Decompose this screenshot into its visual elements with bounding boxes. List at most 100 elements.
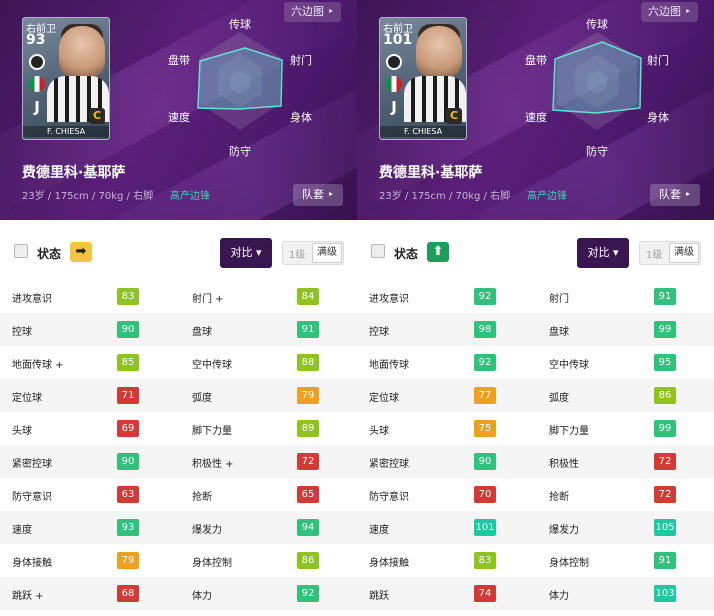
stat-name: 盘球 xyxy=(549,327,569,338)
stat-name: 身体接触 xyxy=(369,558,409,569)
stat-value: 90 xyxy=(474,453,496,470)
stat-name: 进攻意识 xyxy=(12,294,52,305)
card-rating-letter: C xyxy=(89,108,105,124)
card-overall: 101 xyxy=(383,32,413,48)
stat-row: 进攻意识 83 射门 + 84 xyxy=(0,280,357,313)
player-name: 费德里科·基耶萨 xyxy=(379,165,483,181)
stat-name: 控球 xyxy=(12,327,32,338)
stat-row: 身体接触 83 身体控制 91 xyxy=(357,544,714,577)
stat-value: 74 xyxy=(474,585,496,602)
status-icon xyxy=(14,244,28,258)
stat-name: 弧度 xyxy=(192,393,212,404)
stats-table: 进攻意识 92 射门 91 控球 98 盘球 99 地面传球 92 空中传球 95 定位球 77 弧度… xyxy=(357,280,714,610)
stat-value: 94 xyxy=(297,519,319,536)
compare-button[interactable]: 对比 ▾ xyxy=(220,238,272,268)
level-1-option[interactable]: 1级 xyxy=(289,246,305,261)
stat-value: 92 xyxy=(474,354,496,371)
stat-name: 抢断 xyxy=(192,492,212,503)
player-card[interactable]: 右前卫 93 J C F. CHIESA xyxy=(22,17,110,140)
player-role: 高产边锋 xyxy=(527,191,567,202)
stat-row: 进攻意识 92 射门 91 xyxy=(357,280,714,313)
radar-label-dribbling: 盘带 xyxy=(525,53,547,67)
stat-row: 头球 75 脚下力量 99 xyxy=(357,412,714,445)
radar-label-shooting: 射门 xyxy=(647,53,669,67)
radar-label-passing: 传球 xyxy=(229,17,251,31)
stat-value: 72 xyxy=(297,453,319,470)
stat-value: 70 xyxy=(474,486,496,503)
stats-table: 进攻意识 83 射门 + 84 控球 90 盘球 91 地面传球 + 85 空中传球 88 定位球… xyxy=(0,280,357,610)
stat-value: 85 xyxy=(117,354,139,371)
team-kit-button[interactable]: 队套 ‣ xyxy=(650,184,700,206)
stat-name: 体力 xyxy=(192,591,212,602)
stat-row: 跳跃 + 68 体力 92 xyxy=(0,577,357,610)
stat-value: 99 xyxy=(654,321,676,338)
stat-name: 射门 xyxy=(549,294,569,305)
stat-value: 68 xyxy=(117,585,139,602)
stat-name: 身体控制 xyxy=(192,558,232,569)
level-1-option[interactable]: 1级 xyxy=(646,246,662,261)
stat-name: 盘球 xyxy=(192,327,212,338)
stat-value: 88 xyxy=(297,354,319,371)
italy-flag-icon xyxy=(386,76,402,92)
player-card[interactable]: 右前卫 101 J C F. CHIESA xyxy=(379,17,467,140)
level-max-option[interactable]: 满级 xyxy=(669,243,699,263)
juventus-logo-icon: J xyxy=(391,98,397,116)
stat-row: 定位球 77 弧度 86 xyxy=(357,379,714,412)
radar-label-speed: 速度 xyxy=(168,110,190,124)
stat-name: 抢断 xyxy=(549,492,569,503)
stat-value: 65 xyxy=(297,486,319,503)
player-hero: 右前卫 93 J C F. CHIESA 六边图 ‣ 传球 射门 身体 防守 速… xyxy=(0,0,357,220)
stat-value: 75 xyxy=(474,420,496,437)
stat-row: 防守意识 63 抢断 65 xyxy=(0,478,357,511)
stat-value: 77 xyxy=(474,387,496,404)
radar-label-dribbling: 盘带 xyxy=(168,53,190,67)
radar-label-passing: 传球 xyxy=(586,17,608,31)
compare-button[interactable]: 对比 ▾ xyxy=(577,238,629,268)
stat-name: 头球 xyxy=(12,426,32,437)
stat-value: 90 xyxy=(117,453,139,470)
stat-name: 跳跃 xyxy=(369,591,389,602)
status-toolbar: 状态 ⬆ 对比 ▾ 1级 满级 xyxy=(357,220,714,282)
player-info: 23岁 / 175cm / 70kg / 右脚 xyxy=(379,191,511,202)
stat-name: 防守意识 xyxy=(369,492,409,503)
stat-value: 83 xyxy=(117,288,139,305)
player-info: 23岁 / 175cm / 70kg / 右脚 xyxy=(22,191,154,202)
stat-value: 89 xyxy=(297,420,319,437)
radar-label-speed: 速度 xyxy=(525,110,547,124)
status-label: 状态 xyxy=(394,247,419,261)
player-name: 费德里科·基耶萨 xyxy=(22,165,126,181)
stat-value: 91 xyxy=(297,321,319,338)
status-arrow-icon: ⬆ xyxy=(427,242,449,262)
stat-value: 92 xyxy=(474,288,496,305)
stat-value: 99 xyxy=(654,420,676,437)
level-max-option[interactable]: 满级 xyxy=(312,243,342,263)
card-rating-letter: C xyxy=(446,108,462,124)
stat-value: 84 xyxy=(297,288,319,305)
stat-name: 速度 xyxy=(12,525,32,536)
stat-name: 紧密控球 xyxy=(12,459,52,470)
stat-value: 86 xyxy=(297,552,319,569)
stat-row: 身体接触 79 身体控制 86 xyxy=(0,544,357,577)
stat-value: 98 xyxy=(474,321,496,338)
team-kit-button[interactable]: 队套 ‣ xyxy=(293,184,343,206)
juventus-logo-icon: J xyxy=(34,98,40,116)
status-icon xyxy=(371,244,385,258)
stat-row: 控球 98 盘球 99 xyxy=(357,313,714,346)
radar-chart: 传球 射门 身体 防守 速度 盘带 xyxy=(525,17,669,158)
stat-name: 头球 xyxy=(369,426,389,437)
stat-name: 速度 xyxy=(369,525,389,536)
stat-name: 空中传球 xyxy=(549,360,589,371)
stat-name: 爆发力 xyxy=(549,525,579,536)
stat-row: 防守意识 70 抢断 72 xyxy=(357,478,714,511)
stat-value: 71 xyxy=(117,387,139,404)
card-overall: 93 xyxy=(26,32,46,48)
stat-value: 72 xyxy=(654,486,676,503)
player-panel-right: 右前卫 101 J C F. CHIESA 六边图 ‣ 传球 射门 身体 防守 … xyxy=(357,0,714,616)
stat-name: 地面传球 + xyxy=(12,360,64,371)
radar-chart: 传球 射门 身体 防守 速度 盘带 xyxy=(168,17,312,158)
stat-row: 地面传球 92 空中传球 95 xyxy=(357,346,714,379)
stat-name: 身体接触 xyxy=(12,558,52,569)
radar-label-physical: 身体 xyxy=(290,110,312,124)
player-portrait xyxy=(59,26,105,78)
stat-value: 72 xyxy=(654,453,676,470)
